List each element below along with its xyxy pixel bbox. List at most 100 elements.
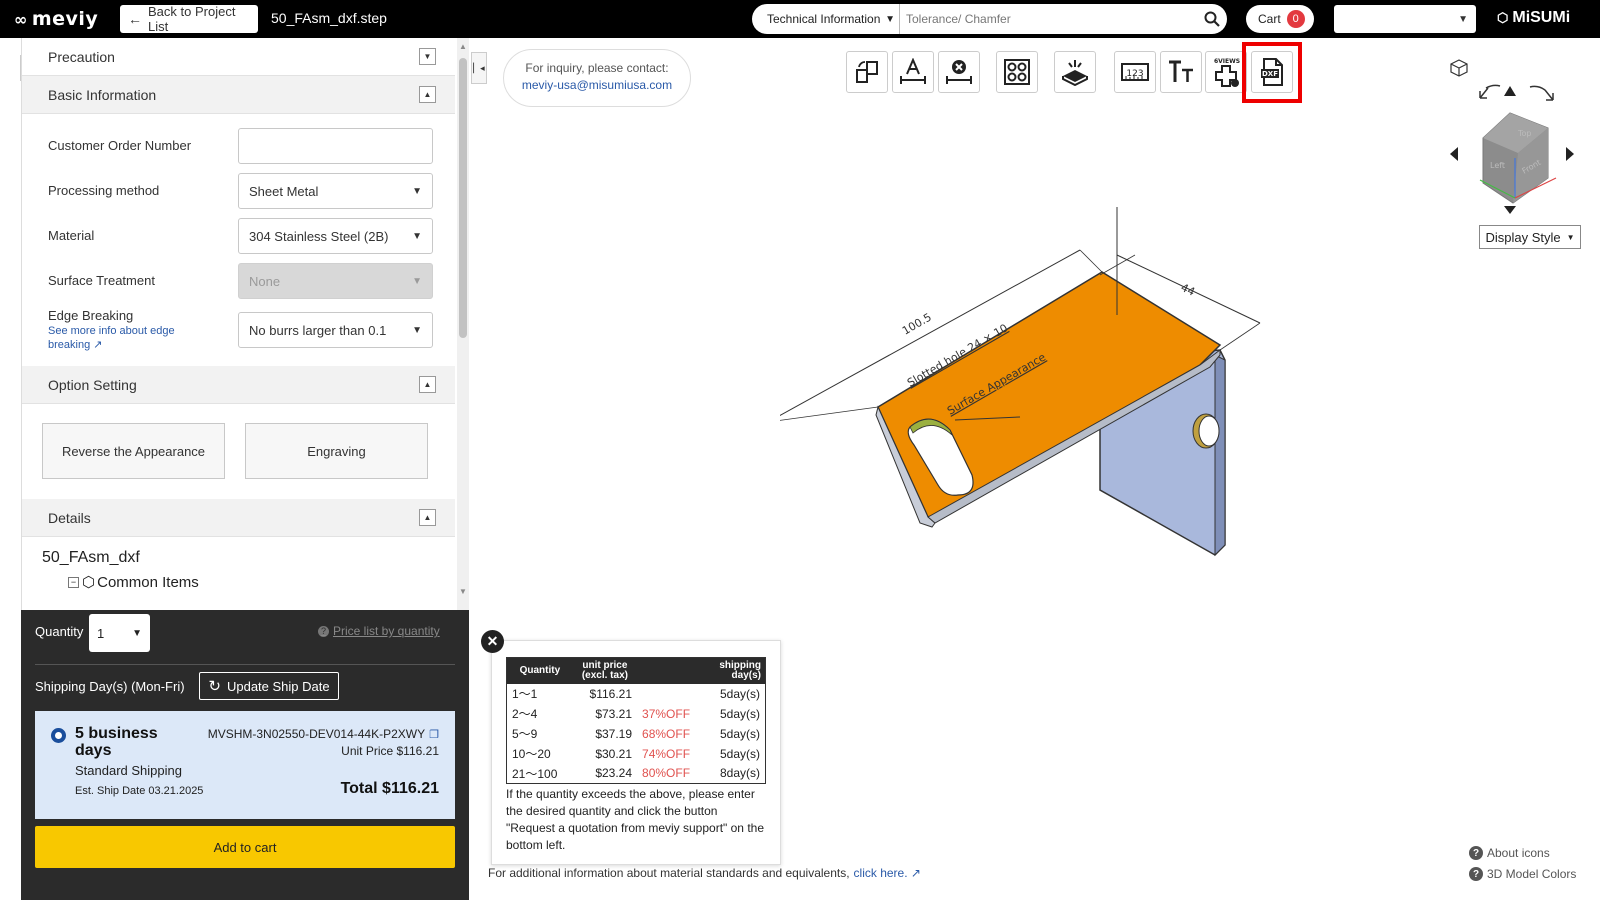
processing-method-select[interactable]: Sheet Metal ▼ bbox=[238, 173, 433, 209]
processing-method-label: Processing method bbox=[48, 183, 160, 198]
section-precaution[interactable]: Precaution ▼ bbox=[22, 38, 455, 76]
material-info-link[interactable]: click here. ↗ bbox=[854, 866, 921, 880]
chevron-down-icon: ▼ bbox=[412, 324, 422, 336]
tree-collapse-icon[interactable]: − bbox=[68, 576, 79, 588]
edge-breaking-select[interactable]: No burrs larger than 0.1 ▼ bbox=[238, 312, 433, 348]
expand-icon[interactable]: ▼ bbox=[419, 48, 436, 65]
model-colors-link[interactable]: ? 3D Model Colors bbox=[1469, 867, 1576, 881]
ship-days: 5 business days bbox=[75, 725, 158, 759]
six-views-tool-button[interactable]: 6VIEWS bbox=[1205, 51, 1247, 93]
display-style-select[interactable]: Display Style ▼ bbox=[1479, 225, 1581, 249]
misumi-logo[interactable]: ⬡ MiSUMi bbox=[1497, 9, 1570, 27]
table-row: 21～100 $23.24 80%OFF 8day(s) bbox=[512, 766, 760, 781]
header-unit-price: unit price (excl. tax) bbox=[572, 657, 638, 684]
section-details[interactable]: Details ▲ bbox=[22, 499, 455, 537]
table-row: 1～1 $116.21 5day(s) bbox=[512, 686, 760, 702]
rotate-right-icon[interactable] bbox=[1529, 85, 1554, 101]
edge-breaking-info-link[interactable]: See more info about edge breaking ↗ bbox=[48, 324, 198, 352]
ship-type: Standard Shipping bbox=[75, 763, 182, 778]
collapse-icon[interactable]: ▲ bbox=[419, 86, 436, 103]
svg-text:123: 123 bbox=[1126, 69, 1143, 79]
remove-dimension-tool-button[interactable] bbox=[938, 51, 980, 93]
scrollbar-thumb[interactable] bbox=[459, 58, 467, 338]
add-to-cart-button[interactable]: Add to cart bbox=[35, 826, 455, 868]
part-number: MVSHM-3N02550-DEV014-44K-P2XWY ❐ bbox=[207, 727, 439, 741]
contact-email-link[interactable]: meviy-usa@misumiusa.com bbox=[504, 78, 690, 92]
search-input[interactable] bbox=[900, 7, 1197, 31]
search-category-select[interactable]: Technical Information ▼ bbox=[752, 4, 900, 34]
search-icon[interactable] bbox=[1197, 11, 1227, 27]
surface-tool-button[interactable] bbox=[1054, 51, 1096, 93]
text-size-icon bbox=[1169, 60, 1193, 82]
dxf-tool-highlight bbox=[1242, 42, 1302, 103]
dimension-tool-button[interactable] bbox=[892, 51, 934, 93]
quantity-label: Quantity bbox=[35, 624, 84, 639]
back-to-project-list-button[interactable]: ← Back to Project List bbox=[120, 4, 258, 34]
cart-button[interactable]: Cart 0 bbox=[1246, 5, 1314, 33]
tree-item-common-items[interactable]: − ⬡ Common Items bbox=[68, 573, 199, 591]
scroll-up-icon[interactable]: ▲ bbox=[459, 42, 467, 51]
customer-order-number-label: Customer Order Number bbox=[48, 138, 192, 153]
infinity-icon: ∞ bbox=[14, 10, 28, 29]
3d-model-view[interactable]: 100.5 44 Slotted hole 24 × 10 Surface Ap… bbox=[780, 205, 1300, 565]
file-name: 50_FAsm_dxf.step bbox=[271, 10, 387, 26]
rotate-view-tool-button[interactable] bbox=[846, 51, 888, 93]
chevron-down-icon: ▼ bbox=[1458, 13, 1468, 25]
cart-count-badge: 0 bbox=[1286, 10, 1305, 28]
arrow-down-icon[interactable] bbox=[1504, 206, 1516, 214]
arrow-up-icon[interactable] bbox=[1504, 86, 1516, 96]
unit-price: Unit Price $116.21 bbox=[341, 744, 439, 758]
header-shipping-days: shipping day(s) bbox=[701, 657, 766, 684]
material-info-note: For additional information about materia… bbox=[488, 866, 921, 880]
chevron-down-icon: ▼ bbox=[412, 185, 422, 197]
rotate-left-icon[interactable] bbox=[1479, 84, 1501, 99]
quantity-select[interactable]: 1 ▼ bbox=[89, 614, 150, 652]
arrow-left-icon[interactable] bbox=[1450, 147, 1458, 161]
arrow-right-icon[interactable] bbox=[1566, 147, 1574, 161]
rotate-view-icon bbox=[856, 61, 878, 83]
material-label: Material bbox=[48, 228, 95, 243]
cube-face-top: Top bbox=[1517, 129, 1532, 138]
collapse-icon[interactable]: ▲ bbox=[419, 376, 436, 393]
navigation-cube[interactable]: Top Left Front bbox=[1438, 58, 1578, 218]
language-select[interactable]: ▼ bbox=[1334, 5, 1476, 33]
cube-icon: ⬡ bbox=[82, 574, 96, 591]
collapse-icon[interactable]: ▲ bbox=[419, 509, 436, 526]
close-price-popup-icon[interactable]: ✕ bbox=[481, 630, 504, 653]
home-view-icon[interactable] bbox=[1450, 59, 1468, 77]
update-ship-date-button[interactable]: ↻ Update Ship Date bbox=[199, 672, 339, 700]
collapse-panel-icon[interactable]: ▏◂ bbox=[471, 52, 487, 84]
holes-tool-button[interactable] bbox=[996, 51, 1038, 93]
help-icon: ? bbox=[1469, 846, 1483, 860]
table-row: 10～20 $30.21 74%OFF 5day(s) bbox=[512, 746, 760, 762]
external-link-icon: ↗ bbox=[910, 866, 921, 880]
help-icon: ? bbox=[1469, 867, 1483, 881]
text-tool-button[interactable] bbox=[1160, 51, 1202, 93]
table-row: 5～9 $37.19 68%OFF 5day(s) bbox=[512, 726, 760, 742]
customer-order-number-input[interactable] bbox=[238, 128, 433, 164]
order-panel: Quantity 1 ▼ ? Price list by quantity Ship… bbox=[21, 610, 469, 900]
shipping-radio[interactable] bbox=[51, 728, 66, 743]
ruler-123-icon: 123 bbox=[1121, 63, 1149, 81]
section-option-setting[interactable]: Option Setting ▲ bbox=[22, 366, 455, 404]
header-quantity: Quantity bbox=[506, 657, 573, 684]
refresh-icon: ↻ bbox=[208, 678, 221, 695]
sidebar-scrollbar[interactable]: ▲ ▼ bbox=[457, 38, 469, 610]
copy-icon[interactable]: ❐ bbox=[429, 728, 439, 741]
tree-root-item[interactable]: 50_FAsm_dxf bbox=[42, 549, 140, 567]
material-select[interactable]: 304 Stainless Steel (2B) ▼ bbox=[238, 218, 433, 254]
price-list-by-quantity-link[interactable]: ? Price list by quantity bbox=[318, 624, 440, 638]
section-basic-information[interactable]: Basic Information ▲ bbox=[22, 76, 455, 114]
cube-logo-icon: ⬡ bbox=[1497, 10, 1509, 25]
measurement-tool-button[interactable]: 123 bbox=[1114, 51, 1156, 93]
scroll-down-icon[interactable]: ▼ bbox=[459, 587, 467, 596]
engraving-button[interactable]: Engraving bbox=[245, 423, 428, 479]
reverse-appearance-button[interactable]: Reverse the Appearance bbox=[42, 423, 225, 479]
six-views-icon: 6VIEWS bbox=[1214, 58, 1240, 87]
about-icons-link[interactable]: ? About icons bbox=[1469, 846, 1550, 860]
arrow-left-icon: ← bbox=[128, 11, 142, 27]
shipping-option-card[interactable]: 5 business days Standard Shipping Est. S… bbox=[35, 711, 455, 819]
chevron-down-icon: ▼ bbox=[412, 275, 422, 287]
search-bar: Technical Information ▼ bbox=[752, 4, 1227, 34]
meviy-logo[interactable]: ∞ meviy bbox=[14, 8, 98, 30]
